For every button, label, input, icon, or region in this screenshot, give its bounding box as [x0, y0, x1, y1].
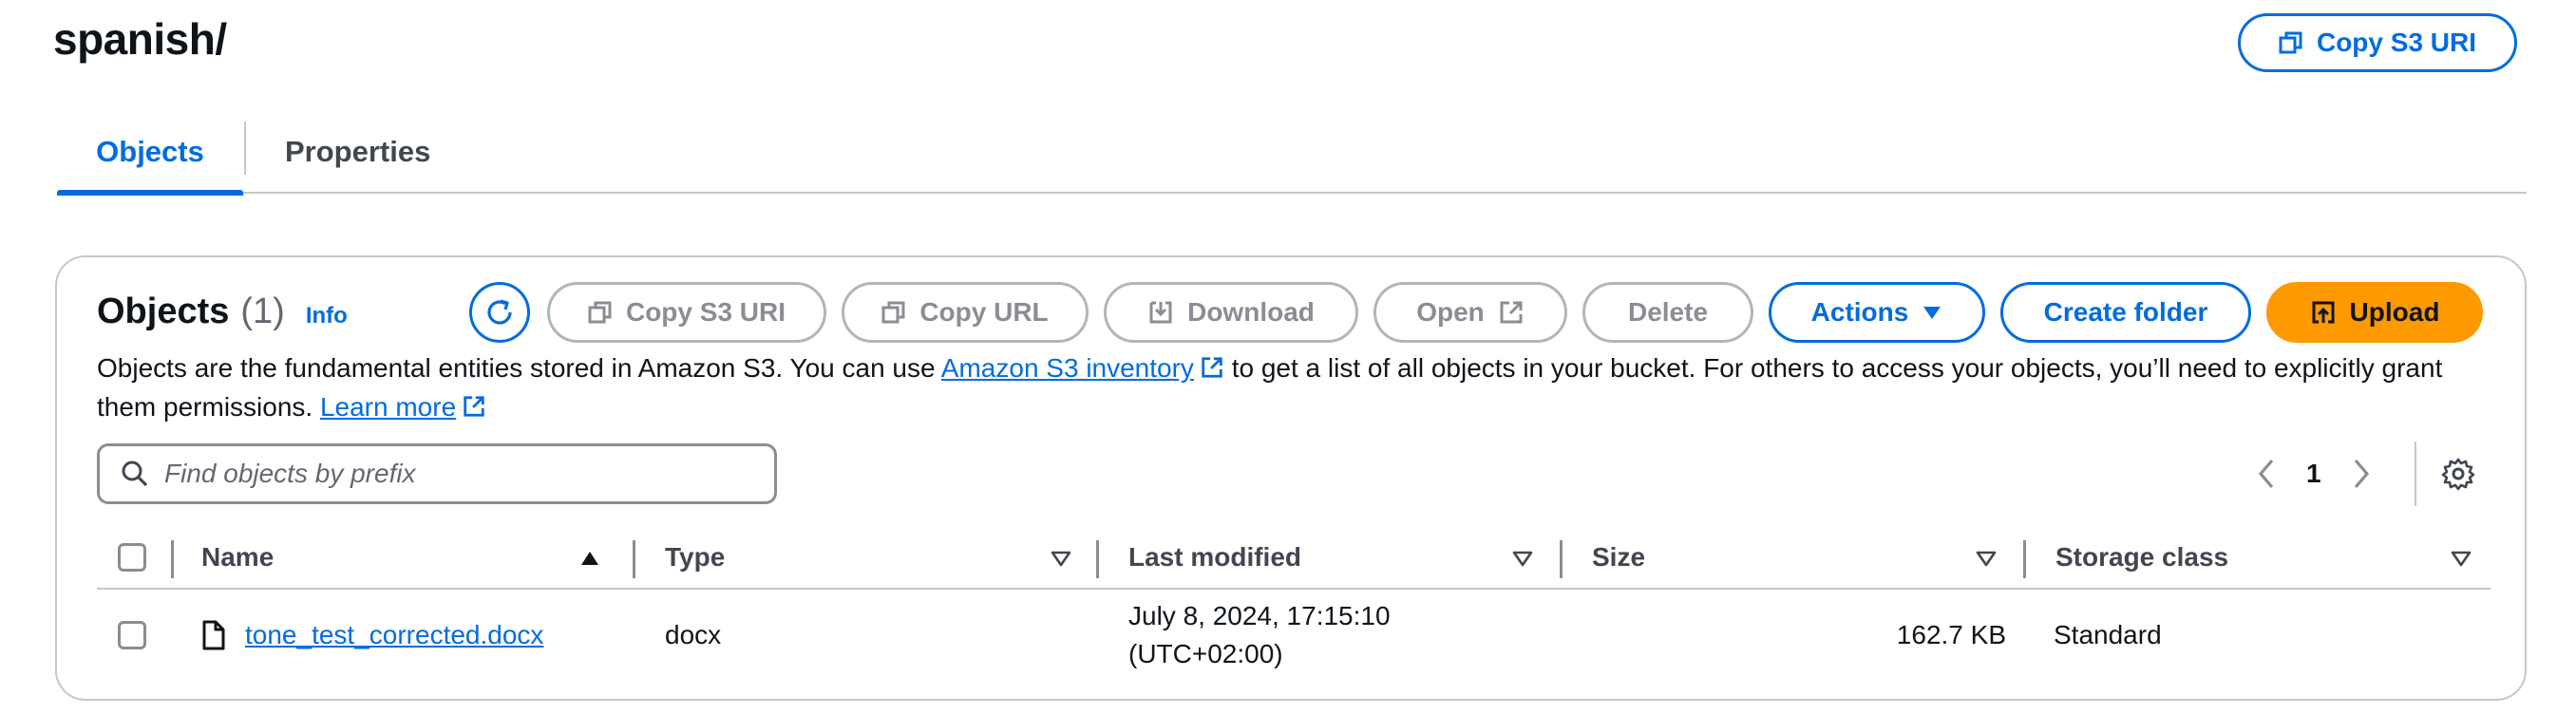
s3-inventory-link[interactable]: Amazon S3 inventory — [941, 353, 1224, 383]
size-cell: 162.7 KB — [1896, 620, 2006, 649]
select-all-checkbox[interactable] — [118, 527, 146, 588]
tab-properties[interactable]: Properties — [285, 112, 430, 192]
download-label: Download — [1187, 297, 1315, 327]
panel-title: Objects — [97, 291, 230, 331]
copy-icon — [588, 301, 612, 324]
type-cell: docx — [665, 620, 722, 649]
object-count: (1) — [240, 291, 285, 331]
sort-icon[interactable] — [1512, 550, 1533, 567]
create-folder-button[interactable]: Create folder — [2000, 282, 2251, 343]
refresh-icon — [487, 299, 512, 325]
create-folder-label: Create folder — [2043, 297, 2208, 327]
info-link[interactable]: Info — [306, 303, 348, 329]
search-icon — [122, 460, 148, 487]
column-divider — [2023, 540, 2026, 578]
sort-icon[interactable] — [2451, 550, 2472, 567]
object-name-link[interactable]: tone_test_corrected.docx — [245, 620, 543, 650]
storage-class-cell: Standard — [2054, 620, 2162, 649]
search-input[interactable] — [164, 459, 734, 489]
copy-s3-uri-label: Copy S3 URI — [2316, 28, 2477, 57]
search-box — [97, 443, 777, 504]
name-cell: tone_test_corrected.docx — [201, 592, 543, 679]
open-button[interactable]: Open — [1373, 282, 1567, 343]
column-header-name[interactable]: Name — [201, 527, 274, 588]
column-header-size[interactable]: Size — [1592, 527, 1645, 588]
upload-label: Upload — [2349, 297, 2440, 327]
copy-icon — [881, 301, 905, 324]
panel-header: Objects (1) Info — [97, 291, 348, 332]
last-modified-date: July 8, 2024, 17:15:10 — [1128, 601, 1391, 630]
column-header-storage-class[interactable]: Storage class — [2055, 527, 2228, 588]
caret-down-icon — [1923, 307, 1941, 319]
file-icon — [202, 620, 225, 650]
delete-button[interactable]: Delete — [1582, 282, 1753, 343]
pagination-divider — [2415, 442, 2416, 506]
actions-label: Actions — [1810, 297, 1909, 327]
download-icon — [1149, 301, 1172, 324]
upload-button[interactable]: Upload — [2266, 282, 2483, 343]
column-header-last-modified[interactable]: Last modified — [1128, 527, 1301, 588]
actions-dropdown[interactable]: Actions — [1769, 282, 1985, 343]
column-divider — [171, 540, 174, 578]
panel-description: Objects are the fundamental entities sto… — [97, 348, 2491, 426]
description-text-1: Objects are the fundamental entities sto… — [97, 353, 941, 383]
header-copy-s3-uri-button[interactable]: Copy S3 URI — [2238, 13, 2517, 72]
download-button[interactable]: Download — [1104, 282, 1358, 343]
chevron-left-icon[interactable] — [2255, 457, 2278, 491]
s3-inventory-link-label: Amazon S3 inventory — [940, 353, 1194, 383]
table-row: tone_test_corrected.docx docx July 8, 20… — [97, 592, 2491, 679]
sort-icon[interactable] — [1976, 550, 1997, 567]
tab-bar: Objects Properties — [57, 112, 2527, 196]
last-modified-timezone: (UTC+02:00) — [1128, 639, 1283, 668]
column-divider — [1560, 540, 1563, 578]
checkbox-box — [118, 621, 146, 649]
copy-s3-uri-label: Copy S3 URI — [625, 297, 786, 327]
copy-url-button[interactable]: Copy URL — [842, 282, 1089, 343]
pagination: 1 — [2255, 443, 2373, 504]
last-modified-cell: July 8, 2024, 17:15:10 (UTC+02:00) — [1128, 592, 1391, 679]
checkbox-box — [118, 543, 146, 572]
table-header: Name Type Last modified Size Storage cla… — [97, 527, 2491, 590]
sort-icon[interactable] — [1051, 550, 1071, 567]
external-link-icon — [1500, 301, 1523, 324]
column-divider — [1096, 540, 1099, 578]
upload-icon — [2312, 301, 2335, 324]
learn-more-label: Learn more — [319, 392, 457, 422]
learn-more-link[interactable]: Learn more — [320, 392, 486, 422]
preferences-button[interactable] — [2441, 443, 2475, 504]
gear-icon — [2441, 458, 2475, 491]
sort-ascending-icon[interactable] — [579, 550, 600, 567]
column-divider — [633, 540, 635, 578]
delete-label: Delete — [1627, 297, 1709, 327]
open-label: Open — [1416, 297, 1485, 327]
row-checkbox[interactable] — [118, 592, 146, 679]
external-link-icon — [1202, 357, 1222, 378]
tab-objects[interactable]: Objects — [57, 112, 243, 196]
tab-divider — [244, 122, 246, 175]
column-header-type[interactable]: Type — [665, 527, 725, 588]
refresh-button[interactable] — [469, 282, 530, 343]
chevron-right-icon[interactable] — [2350, 457, 2373, 491]
copy-s3-uri-button[interactable]: Copy S3 URI — [547, 282, 826, 343]
page-number[interactable]: 1 — [2306, 459, 2321, 489]
page-title: spanish/ — [53, 14, 227, 64]
copy-icon — [2279, 31, 2302, 54]
external-link-icon — [464, 396, 484, 417]
copy-url-label: Copy URL — [919, 297, 1049, 327]
objects-panel: Objects (1) Info Copy S3 URI Copy URL Do… — [55, 255, 2527, 701]
